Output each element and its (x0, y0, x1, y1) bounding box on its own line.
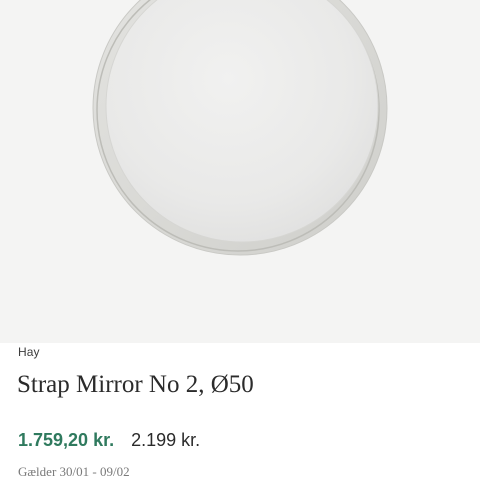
price-row: 1.759,20 kr. 2.199 kr. (18, 430, 200, 451)
product-brand[interactable]: Hay (18, 345, 40, 359)
mirror-illustration (92, 0, 388, 256)
sale-price: 1.759,20 kr. (18, 430, 115, 450)
offer-validity: Gælder 30/01 - 09/02 (18, 464, 130, 479)
regular-price: 2.199 kr. (131, 430, 201, 450)
product-image[interactable] (0, 0, 480, 343)
product-title[interactable]: Strap Mirror No 2, Ø50 (17, 371, 254, 399)
product-card[interactable]: Hay Strap Mirror No 2, Ø50 1.759,20 kr. … (0, 0, 480, 480)
